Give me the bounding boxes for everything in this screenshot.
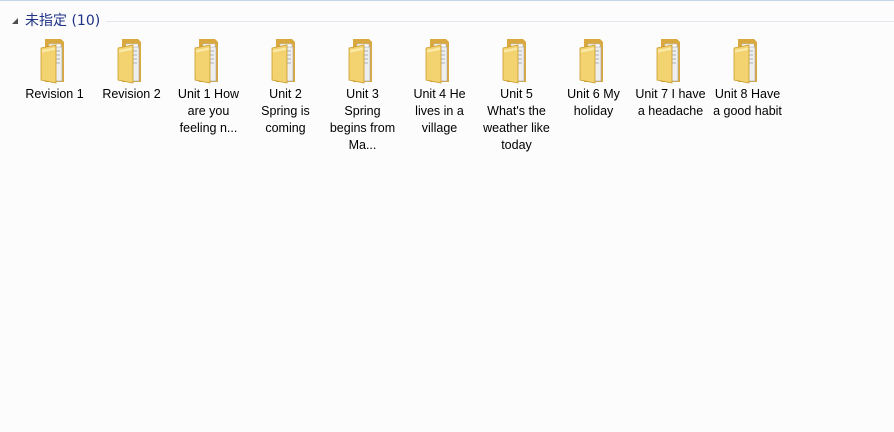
folder-icon [579,39,603,84]
folder-item[interactable]: Unit 2 Spring is coming [247,36,324,154]
folder-label: Revision 1 [25,87,84,101]
folder-item[interactable]: Unit 8 Have a good habit [709,36,786,154]
folder-item[interactable]: Unit 6 My holiday [555,36,632,154]
folder-icon [656,39,680,84]
group-header-unspecified[interactable]: 未指定 (10) [10,9,894,31]
folder-label: Unit 3 Spring begins from Ma... [329,87,396,152]
folder-icon [502,39,526,84]
folder-label: Unit 5 What's the weather like today [483,87,550,152]
group-title: 未指定 (10) [25,13,101,29]
folder-label: Unit 6 My holiday [567,87,620,118]
folder-label: Unit 2 Spring is coming [261,87,310,135]
folder-label: Unit 7 I have a headache [635,87,706,118]
top-border [0,0,894,1]
folder-item[interactable]: Revision 2 [93,36,170,154]
group-divider [106,20,894,22]
folder-item[interactable]: Revision 1 [16,36,93,154]
folder-item[interactable]: Unit 3 Spring begins from Ma... [324,36,401,154]
folder-label: Revision 2 [102,87,161,101]
folder-icon [117,39,141,84]
folder-item[interactable]: Unit 7 I have a headache [632,36,709,154]
folder-item[interactable]: Unit 4 He lives in a village [401,36,478,154]
folder-label: Unit 8 Have a good habit [713,87,782,118]
folder-icon [733,39,757,84]
folder-icon [271,39,295,84]
folder-label: Unit 4 He lives in a village [413,87,466,135]
folder-item[interactable]: Unit 5 What's the weather like today [478,36,555,154]
folder-label: Unit 1 How are you feeling n... [177,87,240,135]
folder-icon [348,39,372,84]
folder-icon [425,39,449,84]
folder-item[interactable]: Unit 1 How are you feeling n... [170,36,247,154]
folder-grid: Revision 1 Revision 2 Unit 1 How are you… [16,36,786,154]
folder-icon [40,39,64,84]
folder-icon [194,39,218,84]
expand-triangle-icon[interactable] [10,16,20,26]
